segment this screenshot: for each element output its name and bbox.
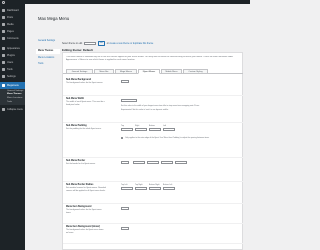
- setting-row-sub-menu-padding: Sub Menu Padding Set the padding for the…: [63, 123, 243, 158]
- sidebar-item-appearance[interactable]: Appearance: [0, 45, 25, 52]
- appearance-icon: [2, 47, 5, 50]
- setting-row-sub-menu-border-radius: Sub Menu Border Radius Set rounded corne…: [63, 182, 243, 204]
- radius-top-left-input[interactable]: [121, 187, 133, 191]
- left-nav-general-settings[interactable]: General Settings: [38, 40, 55, 42]
- sidebar-item-plugins[interactable]: Plugins: [0, 52, 25, 59]
- submenu-menu-locations[interactable]: Menu Locations: [7, 97, 22, 99]
- sidebar-item-settings[interactable]: Settings: [0, 73, 25, 80]
- setting-row-sub-menu-border: Sub Menu Border Set the border for the f…: [63, 158, 243, 182]
- padding-note-checkbox[interactable]: [121, 137, 124, 140]
- menu-item-background-color-picker[interactable]: [121, 207, 129, 211]
- tools-icon: [2, 68, 5, 71]
- radius-bottom-right-input[interactable]: [149, 187, 161, 191]
- users-icon: [2, 61, 5, 64]
- radius-bottom-left-input[interactable]: [163, 187, 175, 191]
- sidebar-item-megamenu[interactable]: Megamenu: [0, 82, 25, 89]
- submenu-general-settings[interactable]: General Settings: [7, 90, 23, 92]
- sidebar-item-dashboard[interactable]: Dashboard: [0, 7, 25, 14]
- setting-row-menu-item-background-hover: Menu Item Background (Hover) The backgro…: [63, 224, 243, 244]
- wordpress-logo-icon[interactable]: [2, 0, 5, 4]
- admin-sidebar: Dashboard Posts Media Pages Comments App…: [0, 4, 25, 250]
- sub-menu-border-bottom-input[interactable]: [161, 161, 173, 165]
- comments-icon: [2, 37, 5, 40]
- sub-menu-background-color-picker[interactable]: [121, 80, 129, 84]
- padding-top-input[interactable]: [121, 128, 133, 132]
- theme-selector-bar: Select theme to edit Go or create a new …: [62, 41, 153, 46]
- sidebar-item-comments[interactable]: Comments: [0, 35, 25, 42]
- theme-selector-label: Select theme to edit: [62, 43, 83, 45]
- submenu-tools[interactable]: Tools: [7, 101, 12, 103]
- sub-menu-border-color-picker[interactable]: [121, 161, 129, 165]
- theme-select[interactable]: [83, 41, 96, 46]
- left-nav-menu-locations[interactable]: Menu Locations: [38, 57, 54, 59]
- page-title: Max Mega Menu: [38, 16, 70, 21]
- padding-bottom-input[interactable]: [149, 128, 161, 132]
- megamenu-submenu: General Settings Menu Themes Menu Locati…: [0, 88, 25, 105]
- dashboard-icon: [2, 9, 5, 12]
- editor-intro: This menu theme is automatically set to …: [66, 56, 234, 61]
- sidebar-item-media[interactable]: Media: [0, 21, 25, 28]
- theme-editor-panel: This menu theme is automatically set to …: [62, 52, 243, 250]
- menu-item-background-hover-color-picker[interactable]: [121, 227, 129, 231]
- sidebar-item-posts[interactable]: Posts: [0, 14, 25, 21]
- sub-menu-border-top-input[interactable]: [133, 161, 145, 165]
- tab-general-settings[interactable]: General Settings: [66, 69, 93, 75]
- theme-editor-tabs: General Settings Menu Bar Mega Menus Fly…: [63, 69, 243, 75]
- tab-custom-styling[interactable]: Custom Styling: [183, 69, 208, 75]
- sub-menu-border-right-input[interactable]: [147, 161, 159, 165]
- pages-icon: [2, 30, 5, 33]
- setting-row-sub-menu-background: Sub Menu Background The background colou…: [63, 77, 243, 96]
- left-nav-tools[interactable]: Tools: [38, 63, 43, 65]
- setting-row-menu-item-background: Menu Item Background The background colo…: [63, 204, 243, 224]
- tab-mobile-menu[interactable]: Mobile Menu: [161, 69, 182, 75]
- padding-right-input[interactable]: [135, 128, 147, 132]
- tab-mega-menus[interactable]: Mega Menus: [115, 69, 137, 75]
- sub-menu-width-input[interactable]: [121, 99, 137, 103]
- sidebar-item-users[interactable]: Users: [0, 59, 25, 66]
- padding-left-input[interactable]: [163, 128, 175, 132]
- collapse-icon: [2, 108, 5, 111]
- collapse-menu[interactable]: Collapse menu: [0, 106, 25, 113]
- sidebar-item-pages[interactable]: Pages: [0, 28, 25, 35]
- sub-menu-border-left-input[interactable]: [175, 161, 187, 165]
- tab-flyout-menus[interactable]: Flyout Menus: [138, 69, 160, 75]
- go-button[interactable]: Go: [97, 41, 106, 46]
- tab-menu-bar[interactable]: Menu Bar: [94, 69, 114, 75]
- left-nav-menu-themes[interactable]: Menu Themes: [38, 50, 53, 52]
- sidebar-item-tools[interactable]: Tools: [0, 66, 25, 73]
- posts-icon: [2, 16, 5, 19]
- submenu-menu-themes[interactable]: Menu Themes: [7, 93, 22, 95]
- admin-bar: [0, 0, 250, 5]
- create-theme-link[interactable]: create a new theme or duplicate this the…: [109, 43, 153, 45]
- settings-icon: [2, 75, 5, 78]
- plugins-icon: [2, 54, 5, 57]
- megamenu-icon: [2, 84, 5, 87]
- radius-top-right-input[interactable]: [135, 187, 147, 191]
- media-icon: [2, 23, 5, 26]
- setting-row-sub-menu-width: Sub Menu Width The width of each flyout …: [63, 96, 243, 123]
